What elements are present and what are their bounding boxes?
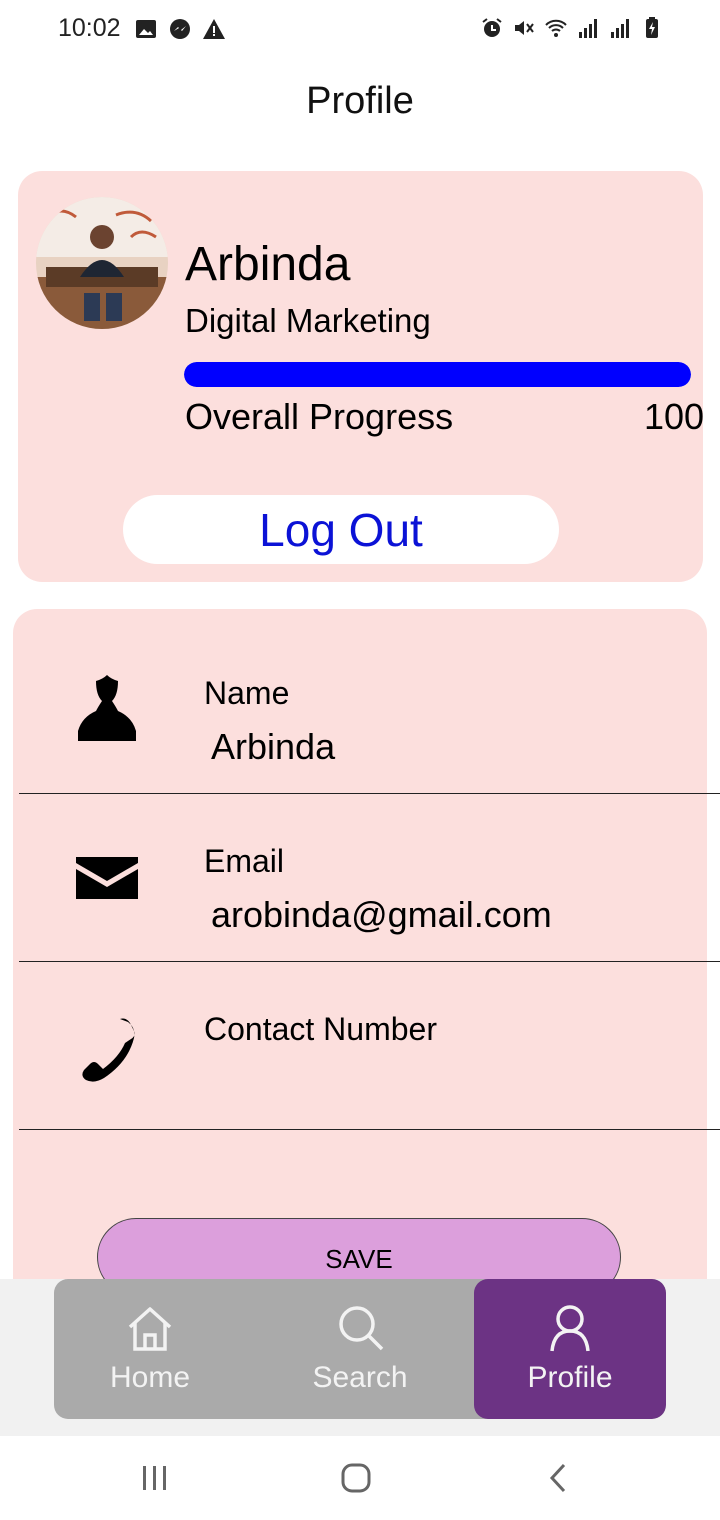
bottom-nav: Home Search Profile <box>54 1279 666 1419</box>
details-card: Name Arbinda Email arobinda@gmail.com Co… <box>13 609 720 1309</box>
nav-search-label: Search <box>312 1361 408 1394</box>
profile-role: Digital Marketing <box>185 302 431 339</box>
mail-icon <box>76 857 138 899</box>
messenger-icon <box>170 19 190 39</box>
home-icon <box>128 1307 172 1351</box>
name-value[interactable]: Arbinda <box>211 729 335 765</box>
contact-row[interactable]: Contact Number <box>19 961 720 1130</box>
nav-search[interactable]: Search <box>246 1279 474 1419</box>
status-time: 10:02 <box>58 14 121 42</box>
image-icon <box>136 20 156 38</box>
nav-profile[interactable]: Profile <box>474 1279 666 1419</box>
system-nav-bar <box>0 1436 720 1520</box>
progress-label: Overall Progress <box>185 396 454 437</box>
phone-icon <box>82 1018 135 1082</box>
profile-card: Arbinda Digital Marketing Overall Progre… <box>18 171 703 582</box>
mute-icon <box>515 21 534 35</box>
logout-button[interactable]: Log Out <box>123 495 559 564</box>
nav-home[interactable]: Home <box>54 1279 246 1419</box>
search-icon <box>339 1306 384 1351</box>
person-icon <box>78 675 136 741</box>
signal-icon <box>611 19 629 38</box>
recents-icon[interactable] <box>135 1462 175 1494</box>
profile-name: Arbinda <box>185 238 351 291</box>
profile-icon <box>550 1305 590 1352</box>
progress-bar <box>184 362 691 387</box>
avatar[interactable] <box>36 197 168 329</box>
page-title: Profile <box>306 80 414 122</box>
email-value[interactable]: arobinda@gmail.com <box>211 897 552 933</box>
contact-label: Contact Number <box>204 1011 437 1047</box>
signal-icon <box>579 19 597 38</box>
battery-charging-icon <box>646 17 658 38</box>
nav-profile-label: Profile <box>527 1361 613 1394</box>
email-label: Email <box>204 843 285 879</box>
home-circle-icon[interactable] <box>337 1462 377 1494</box>
status-bar: 10:02 <box>0 0 720 58</box>
nav-home-label: Home <box>109 1361 191 1394</box>
name-label: Name <box>204 675 290 711</box>
back-icon[interactable] <box>540 1462 580 1494</box>
avatar-photo <box>36 197 168 329</box>
warning-icon <box>203 19 225 39</box>
wifi-icon <box>545 19 567 37</box>
alarm-icon <box>482 18 502 37</box>
progress-fill <box>184 362 691 387</box>
name-row[interactable]: Name Arbinda <box>19 625 720 794</box>
email-row[interactable]: Email arobinda@gmail.com <box>19 793 720 962</box>
progress-percent: 100% <box>644 399 703 435</box>
